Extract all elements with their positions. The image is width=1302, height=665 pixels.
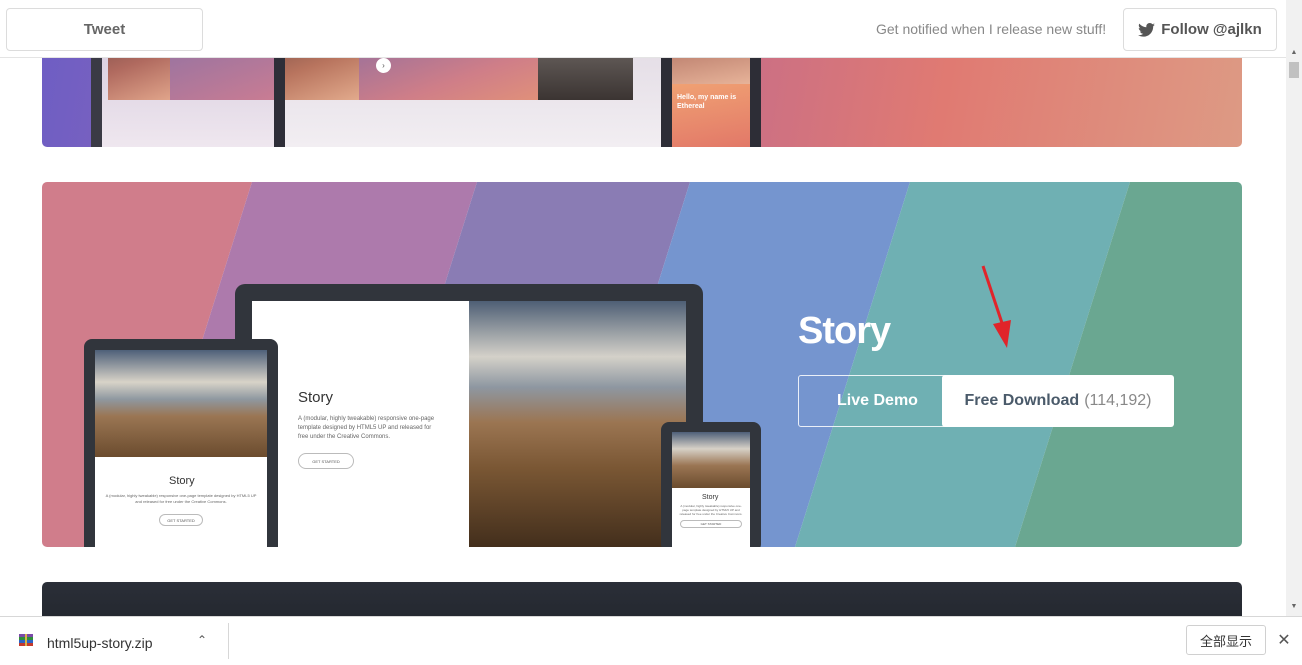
close-icon[interactable]: ✕	[1273, 627, 1295, 653]
laptop-screen: Story A (modular, highly tweakable) resp…	[252, 301, 686, 547]
tablet-mockup-description: A (modular, highly tweakable) responsive…	[105, 493, 257, 504]
phone-mockup: Story A (modular, highly tweakable) resp…	[661, 422, 761, 547]
download-file-name[interactable]: html5up-story.zip	[47, 635, 153, 651]
tablet-mockup: Story A (modular, highly tweakable) resp…	[84, 339, 278, 547]
phone-get-started-button: GET STARTED	[680, 520, 742, 528]
zip-archive-icon	[19, 634, 33, 646]
phone-mockup-description: A (modular, highly tweakable) responsive…	[679, 504, 743, 516]
template-card-next[interactable]	[42, 582, 1242, 616]
tweet-button[interactable]: Tweet	[6, 8, 203, 51]
follow-label: Follow @ajlkn	[1161, 21, 1262, 38]
scroll-down-arrow-icon[interactable]: ▼	[1286, 600, 1302, 612]
scroll-up-arrow-icon[interactable]: ▲	[1286, 46, 1302, 58]
mockup-heading: Story	[298, 389, 334, 406]
free-download-label: Free Download	[964, 392, 1080, 409]
page-viewport: › Hello, my name is Ethereal Story A (mo…	[0, 0, 1286, 616]
free-download-button[interactable]: Free Download (114,192)	[942, 375, 1174, 427]
tablet-mockup-heading: Story	[169, 475, 195, 487]
mockup-get-started-button: GET STARTED	[298, 453, 354, 469]
phone-mockup-heading: Story	[702, 494, 719, 501]
ethereal-heading: Hello, my name is Ethereal	[677, 94, 737, 110]
download-shelf: html5up-story.zip ⌃ 全部显示 ✕	[0, 616, 1302, 665]
twitter-bird-icon	[1138, 22, 1156, 37]
template-title: Story	[798, 310, 891, 352]
phone-screen: Story A (modular, highly tweakable) resp…	[672, 432, 750, 547]
divider	[228, 623, 229, 659]
top-share-bar: Tweet Get notified when I release new st…	[0, 0, 1286, 58]
circle-arrow-icon: ›	[376, 58, 391, 73]
tablet-screen: Story A (modular, highly tweakable) resp…	[95, 350, 267, 547]
laptop-mockup: Story A (modular, highly tweakable) resp…	[235, 284, 703, 547]
show-all-button[interactable]: 全部显示	[1186, 625, 1266, 655]
vertical-scrollbar[interactable]: ▲ ▼	[1286, 0, 1302, 616]
mountain-photo-tablet	[95, 350, 267, 457]
red-arrow-annotation-icon	[981, 265, 1011, 348]
template-card-story[interactable]: Story A (modular, highly tweakable) resp…	[42, 182, 1242, 547]
chevron-up-icon[interactable]: ⌃	[197, 633, 207, 647]
mountain-photo	[469, 301, 686, 547]
download-count: (114,192)	[1084, 392, 1152, 409]
follow-button[interactable]: Follow @ajlkn	[1123, 8, 1277, 51]
scrollbar-thumb[interactable]	[1289, 62, 1299, 78]
mountain-photo-phone	[672, 432, 750, 488]
tablet-get-started-button: GET STARTED	[159, 514, 203, 526]
notify-text: Get notified when I release new stuff!	[876, 21, 1107, 37]
mockup-description: A (modular, highly tweakable) responsive…	[298, 416, 435, 440]
live-demo-button[interactable]: Live Demo	[798, 375, 957, 427]
